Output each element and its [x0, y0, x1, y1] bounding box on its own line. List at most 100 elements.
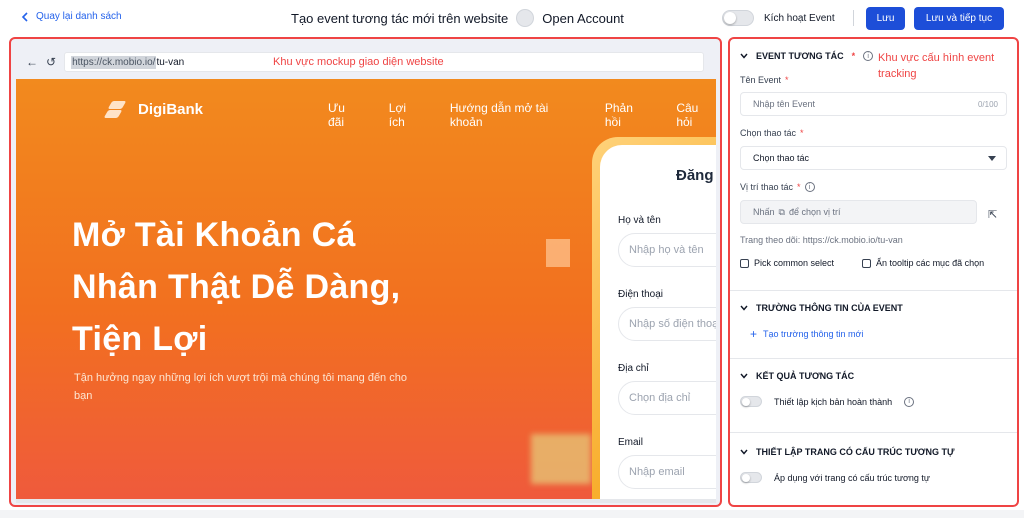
event-name-label: Tên Event * — [740, 75, 789, 85]
section-title: TRƯỜNG THÔNG TIN CỦA EVENT — [756, 303, 903, 313]
save-button[interactable]: Lưu — [866, 7, 905, 30]
hero-subtitle: Tận hưởng ngay những lợi ích vượt trội m… — [74, 372, 407, 402]
toggle-label: Áp dụng với trang có cấu trúc tương tự — [774, 472, 930, 483]
address-input[interactable]: Chọn địa chỉ — [618, 381, 716, 415]
checkbox-icon — [740, 258, 749, 268]
chevron-down-icon — [740, 305, 748, 311]
page-title-area: Tạo event tương tác mới trên website Ope… — [291, 9, 624, 27]
position-label: Vị trí thao tác * i — [740, 182, 815, 192]
site-menu-item[interactable]: Lợi ích — [389, 101, 424, 129]
section-title: THIẾT LẬP TRANG CÓ CẤU TRÚC TƯƠNG TỰ — [756, 447, 955, 457]
cursor-pick-icon: ⧉ — [778, 206, 785, 217]
toggle-label: Thiết lập kịch bản hoàn thành — [774, 396, 893, 407]
divider — [853, 10, 854, 26]
form-title: Đăng — [676, 167, 714, 184]
divider — [730, 290, 1017, 291]
back-arrow-icon[interactable]: ← — [26, 55, 38, 69]
back-label: Quay lại danh sách — [36, 11, 122, 22]
url-host: https://ck.mobio.io/ — [71, 55, 157, 69]
plus-icon: + — [750, 327, 758, 341]
char-counter: 0/100 — [977, 99, 998, 109]
info-icon[interactable]: i — [904, 396, 915, 407]
back-to-list-link[interactable]: Quay lại danh sách — [20, 11, 122, 22]
checkbox-icon — [862, 258, 872, 268]
section-event-header[interactable]: EVENT TƯƠNG TÁC * i — [740, 51, 874, 61]
complete-scenario-row: Thiết lập kịch bản hoàn thành i — [740, 396, 915, 407]
reload-icon[interactable]: ↺ — [46, 55, 56, 69]
checkbox-label: Ẩn tooltip các mục đã chọn — [876, 258, 985, 268]
website-mockup-area: ← ↺ https://ck.mobio.io/ tu-van Khu vực … — [9, 37, 722, 507]
hide-tooltip-checkbox[interactable]: Ẩn tooltip các mục đã chọn — [862, 258, 984, 268]
required-mark: * — [785, 75, 789, 85]
activate-event-control: Kích hoạt Event — [722, 10, 835, 26]
activate-event-label: Kích hoạt Event — [764, 12, 835, 24]
option-checks: Pick common select Ẩn tooltip các mục đã… — [740, 258, 984, 268]
event-name-placeholder: Nhập tên Event — [753, 99, 816, 109]
similar-pages-toggle[interactable] — [740, 472, 762, 483]
pick-common-select-checkbox[interactable]: Pick common select — [740, 258, 834, 268]
account-name: Open Account — [542, 10, 624, 26]
position-input[interactable]: Nhấn ⧉ để chọn vị trí — [740, 200, 977, 224]
site-menu-item[interactable]: Phản hồi — [605, 101, 650, 129]
site-menu-item[interactable]: Ưu đãi — [328, 101, 363, 129]
account-avatar — [516, 9, 535, 27]
save-and-continue-button[interactable]: Lưu và tiếp tục — [914, 7, 1004, 30]
chevron-down-icon — [740, 373, 748, 379]
element-picker-icon[interactable]: ⇱ — [988, 208, 1002, 222]
chevron-left-icon — [21, 11, 28, 22]
complete-scenario-toggle[interactable] — [740, 396, 762, 407]
field-label: Họ và tên — [618, 215, 661, 226]
add-field-label: Tạo trường thông tin mới — [763, 329, 864, 339]
section-title: KẾT QUẢ TƯƠNG TÁC — [756, 371, 855, 381]
caret-down-icon — [988, 156, 996, 161]
required-mark: * — [851, 51, 856, 61]
action-select-value: Chọn thao tác — [753, 153, 810, 163]
section-result-header[interactable]: KẾT QUẢ TƯƠNG TÁC — [740, 371, 854, 381]
blurred-decoration — [531, 434, 591, 484]
site-menu-item[interactable]: Câu hỏi — [676, 101, 716, 129]
email-input[interactable]: Nhập email — [618, 455, 716, 489]
mockup-annotation: Khu vực mockup giao diện website — [273, 56, 444, 68]
register-form-card: Đăng Họ và tên Nhập họ và tên Điện thoại… — [600, 145, 716, 499]
section-event-fields-header[interactable]: TRƯỜNG THÔNG TIN CỦA EVENT — [740, 303, 903, 313]
fullname-input[interactable]: Nhập họ và tên — [618, 233, 716, 267]
horizontal-scrollbar[interactable] — [16, 499, 716, 503]
action-label: Chọn thao tác * — [740, 128, 804, 138]
divider — [730, 432, 1017, 433]
page-title: Tạo event tương tác mới trên website — [291, 10, 509, 26]
chevron-down-icon — [740, 53, 748, 59]
section-similar-pages-header[interactable]: THIẾT LẬP TRANG CÓ CẤU TRÚC TƯƠNG TỰ — [740, 447, 954, 457]
required-mark: * — [797, 182, 801, 192]
section-title: EVENT TƯƠNG TÁC — [756, 51, 844, 61]
similar-pages-row: Áp dụng với trang có cấu trúc tương tự — [740, 472, 930, 483]
digibank-logo-icon — [103, 99, 130, 119]
top-bar: Quay lại danh sách Tạo event tương tác m… — [0, 0, 1024, 36]
position-prefix: Nhấn — [753, 207, 775, 217]
hero-title: Mở Tài Khoản Cá Nhân Thật Dễ Dàng, Tiện … — [72, 216, 401, 358]
blurred-decoration — [546, 239, 570, 267]
required-mark: * — [800, 128, 804, 138]
divider — [730, 358, 1017, 359]
checkbox-label: Pick common select — [754, 258, 835, 268]
url-path: tu-van — [156, 56, 185, 68]
phone-input[interactable]: Nhập số điện thoại — [618, 307, 716, 341]
field-label: Địa chỉ — [618, 363, 649, 374]
event-config-panel: EVENT TƯƠNG TÁC * i Khu vực cấu hình eve… — [728, 37, 1019, 507]
label-text: Chọn thao tác — [740, 128, 797, 138]
label-text: Tên Event — [740, 75, 782, 85]
event-name-input[interactable]: Nhập tên Event 0/100 — [740, 92, 1007, 116]
add-field-button[interactable]: + Tạo trường thông tin mới — [750, 327, 863, 341]
site-menu-item[interactable]: Hướng dẫn mở tài khoản — [450, 101, 579, 129]
site-brand: DigiBank — [138, 100, 204, 118]
site-logo[interactable]: DigiBank — [103, 99, 204, 119]
label-text: Vị trí thao tác — [740, 182, 794, 192]
activate-event-toggle[interactable] — [722, 10, 754, 26]
info-icon[interactable]: i — [804, 182, 815, 192]
tracking-page-text: Trang theo dõi: https://ck.mobio.io/tu-v… — [740, 235, 903, 245]
website-preview[interactable]: DigiBank Ưu đãi Lợi ích Hướng dẫn mở tài… — [16, 79, 716, 499]
action-select[interactable]: Chọn thao tác — [740, 146, 1007, 170]
info-icon[interactable]: i — [863, 51, 874, 61]
bottom-strip — [0, 510, 1024, 518]
field-label: Email — [618, 437, 644, 448]
field-label: Điện thoại — [618, 289, 664, 300]
